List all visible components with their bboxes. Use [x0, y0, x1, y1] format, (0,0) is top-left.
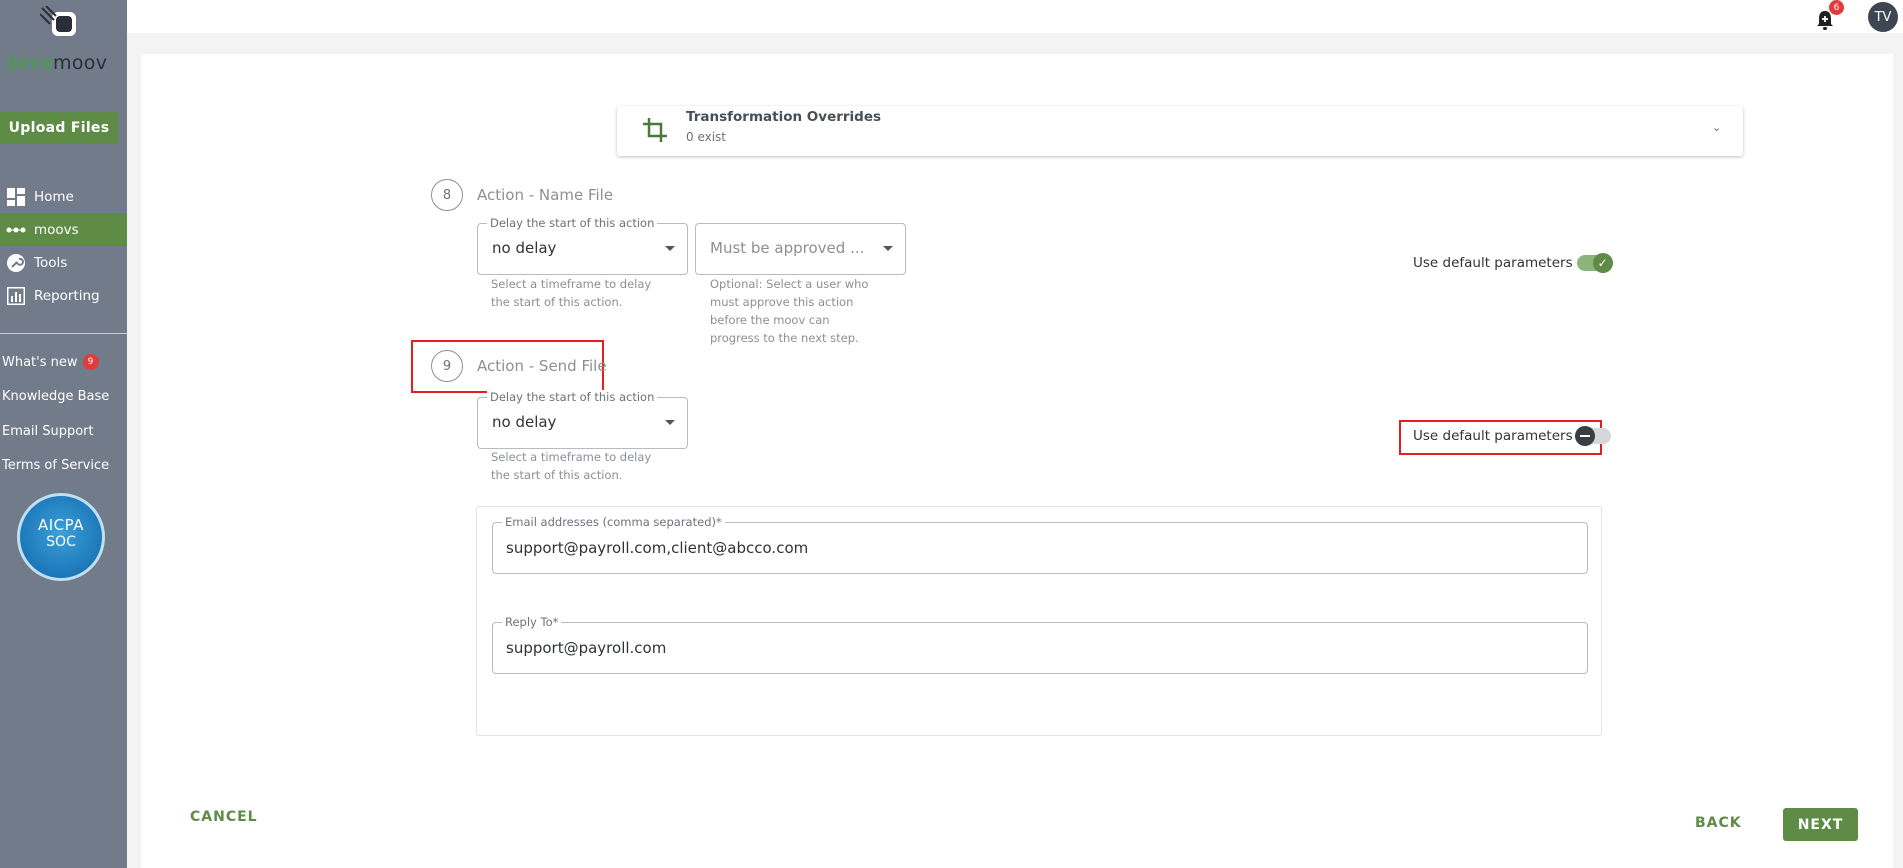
- overrides-title: Transformation Overrides: [686, 109, 882, 125]
- helper-line: Optional: Select a user who: [710, 277, 869, 291]
- aicpa-text: AICPA: [37, 516, 84, 534]
- reply-to-value: support@payroll.com: [506, 639, 667, 657]
- notification-badge: 6: [1829, 0, 1844, 15]
- dropdown-arrow-icon: [665, 420, 675, 425]
- email-addresses-field[interactable]: Email addresses (comma separated)* suppo…: [492, 515, 1588, 574]
- dots-icon: [6, 221, 26, 239]
- main-panel: Transformation Overrides 0 exist ⌄ 8 Act…: [141, 54, 1893, 868]
- step-8-default-params: Use default parameters ✓: [1413, 253, 1613, 273]
- knowledge-base-link[interactable]: Knowledge Base: [2, 380, 109, 415]
- next-button[interactable]: NEXT: [1783, 808, 1858, 841]
- sidebar: decomoov Upload Files Home moovs Tools R…: [0, 0, 127, 868]
- delay-label: Delay the start of this action: [487, 390, 658, 404]
- step-8-approver-select[interactable]: Must be approved ...: [695, 223, 906, 275]
- default-params-toggle-off[interactable]: [1574, 426, 1611, 446]
- helper-line: Select a timeframe to delay: [491, 450, 652, 464]
- top-bar: [127, 0, 1903, 33]
- soc-text: SOC: [46, 534, 76, 550]
- minus-icon: [1574, 426, 1595, 446]
- whats-new-badge: 9: [82, 354, 99, 371]
- transformation-overrides-card[interactable]: Transformation Overrides 0 exist ⌄: [617, 106, 1743, 156]
- overrides-count: 0 exist: [686, 130, 727, 144]
- step-number-9: 9: [431, 350, 463, 382]
- sidebar-item-moovs[interactable]: moovs: [0, 213, 127, 246]
- whats-new-label: What's new: [2, 354, 78, 370]
- avatar[interactable]: TV: [1868, 2, 1898, 32]
- logo-deco: deco: [6, 52, 54, 74]
- delay-value: no delay: [492, 239, 557, 257]
- step-number-8: 8: [431, 179, 463, 211]
- default-params-toggle-on[interactable]: ✓: [1576, 253, 1613, 273]
- logo-icon: [40, 6, 76, 36]
- chevron-down-icon[interactable]: ⌄: [1712, 121, 1721, 134]
- step-8-delay-select[interactable]: Delay the start of this action no delay: [477, 216, 688, 275]
- default-params-label: Use default parameters: [1413, 255, 1573, 271]
- chart-icon: [6, 286, 26, 305]
- approver-value: Must be approved ...: [710, 239, 865, 257]
- helper-line: must approve this action: [710, 295, 854, 309]
- step-8-approver-helper: Optional: Select a user who must approve…: [710, 275, 868, 347]
- sidebar-item-reporting[interactable]: Reporting: [0, 279, 127, 312]
- crop-icon: [643, 118, 667, 142]
- terms-of-service-link[interactable]: Terms of Service: [2, 449, 109, 484]
- cancel-button[interactable]: CANCEL: [190, 809, 258, 825]
- check-icon: ✓: [1592, 253, 1613, 273]
- sidebar-item-tools[interactable]: Tools: [0, 246, 127, 279]
- sidebar-nav: Home moovs Tools Reporting: [0, 180, 127, 312]
- helper-line: the start of this action.: [491, 295, 623, 309]
- logo-wordmark: decomoov: [6, 52, 107, 74]
- email-addresses-value: support@payroll.com,client@abcco.com: [506, 539, 809, 557]
- dropdown-arrow-icon: [665, 246, 675, 251]
- step-8-delay-helper: Select a timeframe to delay the start of…: [491, 275, 651, 311]
- wrench-icon: [6, 253, 26, 272]
- sidebar-item-home[interactable]: Home: [0, 180, 127, 213]
- aicpa-soc-badge: AICPA SOC: [17, 493, 105, 581]
- default-params-label: Use default parameters: [1413, 428, 1573, 444]
- step-8-title: Action - Name File: [477, 186, 614, 204]
- back-button[interactable]: BACK: [1695, 815, 1742, 831]
- send-file-settings-card: Email addresses (comma separated)* suppo…: [476, 506, 1602, 736]
- step-9-delay-helper: Select a timeframe to delay the start of…: [491, 448, 651, 484]
- helper-line: progress to the next step.: [710, 331, 859, 345]
- sidebar-item-label: Tools: [34, 254, 68, 271]
- logo[interactable]: decomoov: [0, 0, 127, 78]
- reply-to-label: Reply To*: [502, 615, 562, 629]
- dropdown-arrow-icon: [883, 246, 893, 251]
- step-9-title: Action - Send File: [477, 357, 607, 375]
- reply-to-field[interactable]: Reply To* support@payroll.com: [492, 615, 1588, 674]
- whats-new-link[interactable]: What's new 9: [2, 345, 109, 380]
- email-support-link[interactable]: Email Support: [2, 414, 109, 449]
- helper-line: before the moov can: [710, 313, 830, 327]
- sidebar-divider: [0, 333, 127, 334]
- delay-label: Delay the start of this action: [487, 216, 658, 230]
- sidebar-item-label: Reporting: [34, 287, 100, 304]
- sidebar-item-label: Home: [34, 188, 74, 205]
- helper-line: Select a timeframe to delay: [491, 277, 652, 291]
- delay-value: no delay: [492, 413, 557, 431]
- helper-line: the start of this action.: [491, 468, 623, 482]
- sidebar-item-label: moovs: [34, 221, 79, 238]
- logo-moov: moov: [53, 52, 108, 74]
- sidebar-links: What's new 9 Knowledge Base Email Suppor…: [2, 345, 109, 483]
- step-9-delay-select[interactable]: Delay the start of this action no delay: [477, 390, 688, 449]
- email-addresses-label: Email addresses (comma separated)*: [502, 515, 725, 529]
- dashboard-icon: [6, 187, 26, 206]
- step-9-default-params: Use default parameters: [1413, 426, 1611, 446]
- upload-files-button[interactable]: Upload Files: [0, 112, 118, 144]
